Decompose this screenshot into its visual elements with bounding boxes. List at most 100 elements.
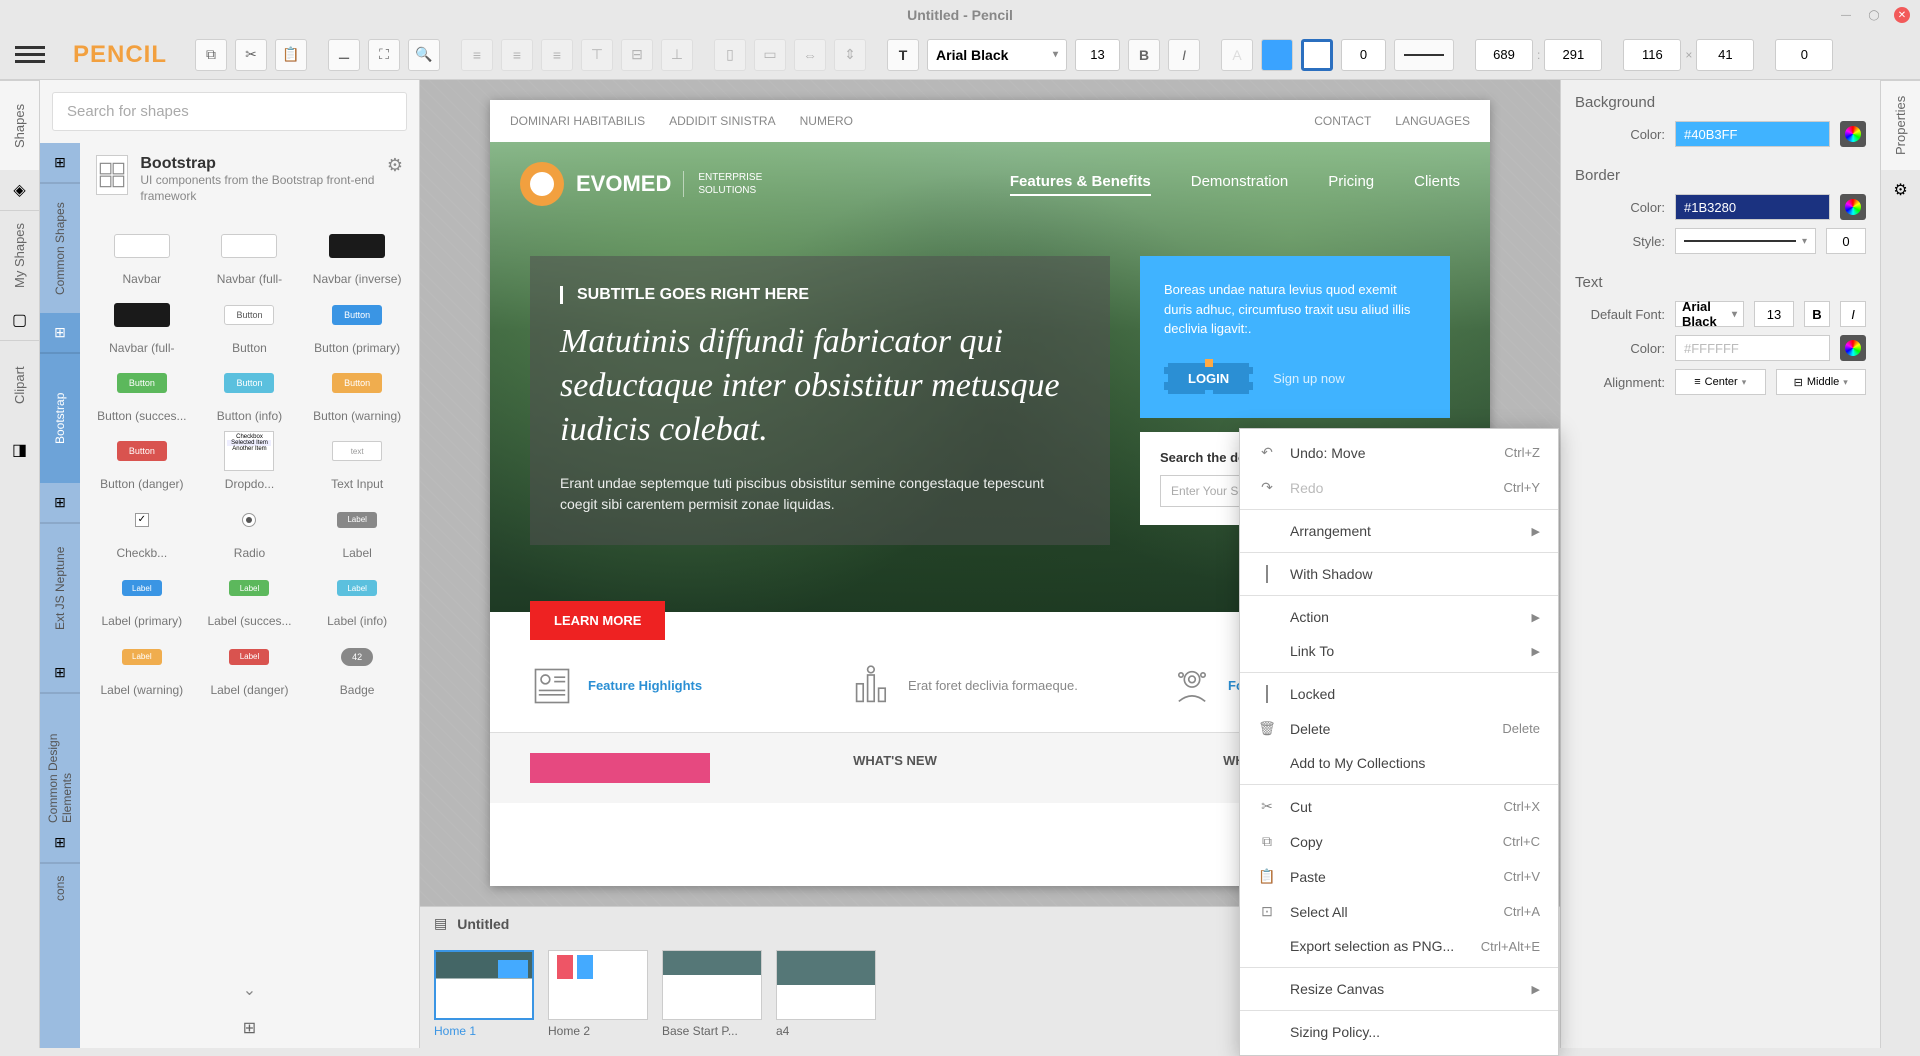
ctx-shadow[interactable]: With Shadow bbox=[1240, 557, 1558, 591]
properties-icon[interactable]: ⚙ bbox=[1881, 170, 1920, 210]
stroke-width-input[interactable]: 0 bbox=[1341, 39, 1386, 71]
bold-button[interactable]: B bbox=[1128, 39, 1160, 71]
zoom-in-button[interactable]: 🔍 bbox=[408, 39, 440, 71]
text-color-input[interactable]: #FFFFFF bbox=[1675, 335, 1830, 361]
clipart-icon[interactable]: ◨ bbox=[0, 430, 39, 470]
same-width-button[interactable]: ⇔ bbox=[794, 39, 826, 71]
thumb-a4[interactable]: a4 bbox=[776, 950, 876, 1038]
same-height-button[interactable]: ⇕ bbox=[834, 39, 866, 71]
shape-checkbox[interactable]: ✓Checkb... bbox=[97, 498, 187, 560]
cat-cde[interactable]: Common Design Elements bbox=[40, 693, 80, 823]
ctx-sizing-policy[interactable]: Sizing Policy... bbox=[1240, 1015, 1558, 1049]
align-center-button[interactable]: ≡ bbox=[501, 39, 533, 71]
align-middle-button[interactable]: ⊟ bbox=[621, 39, 653, 71]
line-style-button[interactable] bbox=[1394, 39, 1454, 71]
shape-button-success[interactable]: ButtonButton (succes... bbox=[97, 361, 187, 423]
menu-icon[interactable] bbox=[15, 40, 45, 70]
cut-button[interactable]: ✂ bbox=[235, 39, 267, 71]
bg-color-input[interactable]: #40B3FF bbox=[1675, 121, 1830, 147]
ctx-delete[interactable]: 🗑DeleteDelete bbox=[1240, 711, 1558, 746]
border-color-input[interactable]: #1B3280 bbox=[1675, 194, 1830, 220]
cat-icons[interactable]: cons bbox=[40, 863, 80, 913]
shape-navbar[interactable]: Navbar bbox=[97, 224, 187, 286]
dist-h-button[interactable]: ▯ bbox=[714, 39, 746, 71]
ctx-resize-canvas[interactable]: Resize Canvas▶ bbox=[1240, 972, 1558, 1006]
shape-badge[interactable]: 42Badge bbox=[312, 635, 402, 697]
zoom-out-button[interactable]: ⚊ bbox=[328, 39, 360, 71]
grid-view-icon[interactable]: ⊞ bbox=[80, 1008, 419, 1048]
page-tab-name[interactable]: Untitled bbox=[457, 916, 509, 932]
font-size-input[interactable]: 13 bbox=[1075, 39, 1120, 71]
align-h-select[interactable]: ≡Center▾ bbox=[1675, 369, 1766, 395]
ctx-select-all[interactable]: ⊡Select AllCtrl+A bbox=[1240, 894, 1558, 929]
shape-navbar-full[interactable]: Navbar (full- bbox=[204, 224, 294, 286]
ctx-paste[interactable]: 📋PasteCtrl+V bbox=[1240, 859, 1558, 894]
thumb-base[interactable]: Base Start P... bbox=[662, 950, 762, 1038]
text-italic-button[interactable]: I bbox=[1840, 301, 1866, 327]
border-width-input[interactable]: 0 bbox=[1826, 228, 1866, 254]
width-input[interactable]: 116 bbox=[1623, 39, 1681, 71]
cat-neptune[interactable]: Ext JS Neptune bbox=[40, 523, 80, 653]
expand-categories[interactable]: ⌄ bbox=[80, 972, 419, 1008]
zoom-fit-button[interactable]: ⛶ bbox=[368, 39, 400, 71]
fill-color-button[interactable] bbox=[1261, 39, 1293, 71]
shape-label[interactable]: LabelLabel bbox=[312, 498, 402, 560]
text-color-picker-icon[interactable] bbox=[1840, 335, 1866, 361]
align-top-button[interactable]: ⊤ bbox=[581, 39, 613, 71]
text-font-select[interactable]: Arial Black▾ bbox=[1675, 301, 1744, 327]
copy-button[interactable]: ⧉ bbox=[195, 39, 227, 71]
ctx-add-collections[interactable]: Add to My Collections bbox=[1240, 746, 1558, 780]
cde-icon[interactable]: ⊞ bbox=[40, 653, 80, 693]
common-shapes-icon[interactable]: ⊞ bbox=[40, 143, 80, 183]
dist-v-button[interactable]: ▭ bbox=[754, 39, 786, 71]
tab-clipart[interactable]: Clipart bbox=[0, 340, 39, 430]
italic-button[interactable]: I bbox=[1168, 39, 1200, 71]
gear-icon[interactable]: ⚙ bbox=[387, 155, 403, 176]
ctx-export-png[interactable]: Export selection as PNG...Ctrl+Alt+E bbox=[1240, 929, 1558, 963]
cat-common-shapes[interactable]: Common Shapes bbox=[40, 183, 80, 313]
icons-cat-icon[interactable]: ⊞ bbox=[40, 823, 80, 863]
close-button[interactable]: ✕ bbox=[1894, 7, 1910, 23]
height-input[interactable]: 41 bbox=[1696, 39, 1754, 71]
bootstrap-icon[interactable]: ⊞ bbox=[40, 313, 80, 353]
shape-navbar-full2[interactable]: Navbar (full- bbox=[97, 293, 187, 355]
ctx-undo[interactable]: ↶Undo: MoveCtrl+Z bbox=[1240, 435, 1558, 470]
align-left-button[interactable]: ≡ bbox=[461, 39, 493, 71]
my-shapes-icon[interactable]: ▢ bbox=[0, 300, 39, 340]
search-input[interactable]: Search for shapes bbox=[52, 92, 407, 131]
border-color-picker-icon[interactable] bbox=[1840, 194, 1866, 220]
shape-label-danger[interactable]: LabelLabel (danger) bbox=[204, 635, 294, 697]
minimize-button[interactable]: — bbox=[1838, 7, 1854, 23]
ctx-cut[interactable]: ✂CutCtrl+X bbox=[1240, 789, 1558, 824]
maximize-button[interactable]: ◯ bbox=[1866, 7, 1882, 23]
font-select[interactable]: Arial Black▾ bbox=[927, 39, 1067, 71]
shapes-icon[interactable]: ◈ bbox=[0, 170, 39, 210]
stroke-color-button[interactable] bbox=[1301, 39, 1333, 71]
cat-bootstrap[interactable]: Bootstrap bbox=[40, 353, 80, 483]
align-v-select[interactable]: ⊟Middle▾ bbox=[1776, 369, 1867, 395]
text-font-size[interactable]: 13 bbox=[1754, 301, 1794, 327]
rotation-input[interactable]: 0 bbox=[1775, 39, 1833, 71]
shape-label-info[interactable]: LabelLabel (info) bbox=[312, 566, 402, 628]
y-input[interactable]: 291 bbox=[1544, 39, 1602, 71]
shape-navbar-inverse[interactable]: Navbar (inverse) bbox=[312, 224, 402, 286]
shape-label-warning[interactable]: LabelLabel (warning) bbox=[97, 635, 187, 697]
shape-button-info[interactable]: ButtonButton (info) bbox=[204, 361, 294, 423]
ctx-action[interactable]: Action▶ bbox=[1240, 600, 1558, 634]
ctx-locked[interactable]: Locked bbox=[1240, 677, 1558, 711]
align-right-button[interactable]: ≡ bbox=[541, 39, 573, 71]
shape-label-primary[interactable]: LabelLabel (primary) bbox=[97, 566, 187, 628]
ctx-arrangement[interactable]: Arrangement▶ bbox=[1240, 514, 1558, 548]
thumb-home1[interactable]: Home 1 bbox=[434, 950, 534, 1038]
shape-button-primary[interactable]: ButtonButton (primary) bbox=[312, 293, 402, 355]
thumb-home2[interactable]: Home 2 bbox=[548, 950, 648, 1038]
text-color-button[interactable]: A bbox=[1221, 39, 1253, 71]
text-bold-button[interactable]: B bbox=[1804, 301, 1830, 327]
shape-radio[interactable]: Radio bbox=[204, 498, 294, 560]
bg-color-picker-icon[interactable] bbox=[1840, 121, 1866, 147]
shape-text-input[interactable]: textText Input bbox=[312, 429, 402, 491]
tab-my-shapes[interactable]: My Shapes bbox=[0, 210, 39, 300]
tab-properties[interactable]: Properties bbox=[1881, 80, 1920, 170]
shape-button-danger[interactable]: ButtonButton (danger) bbox=[97, 429, 187, 491]
ctx-copy[interactable]: ⧉CopyCtrl+C bbox=[1240, 824, 1558, 859]
